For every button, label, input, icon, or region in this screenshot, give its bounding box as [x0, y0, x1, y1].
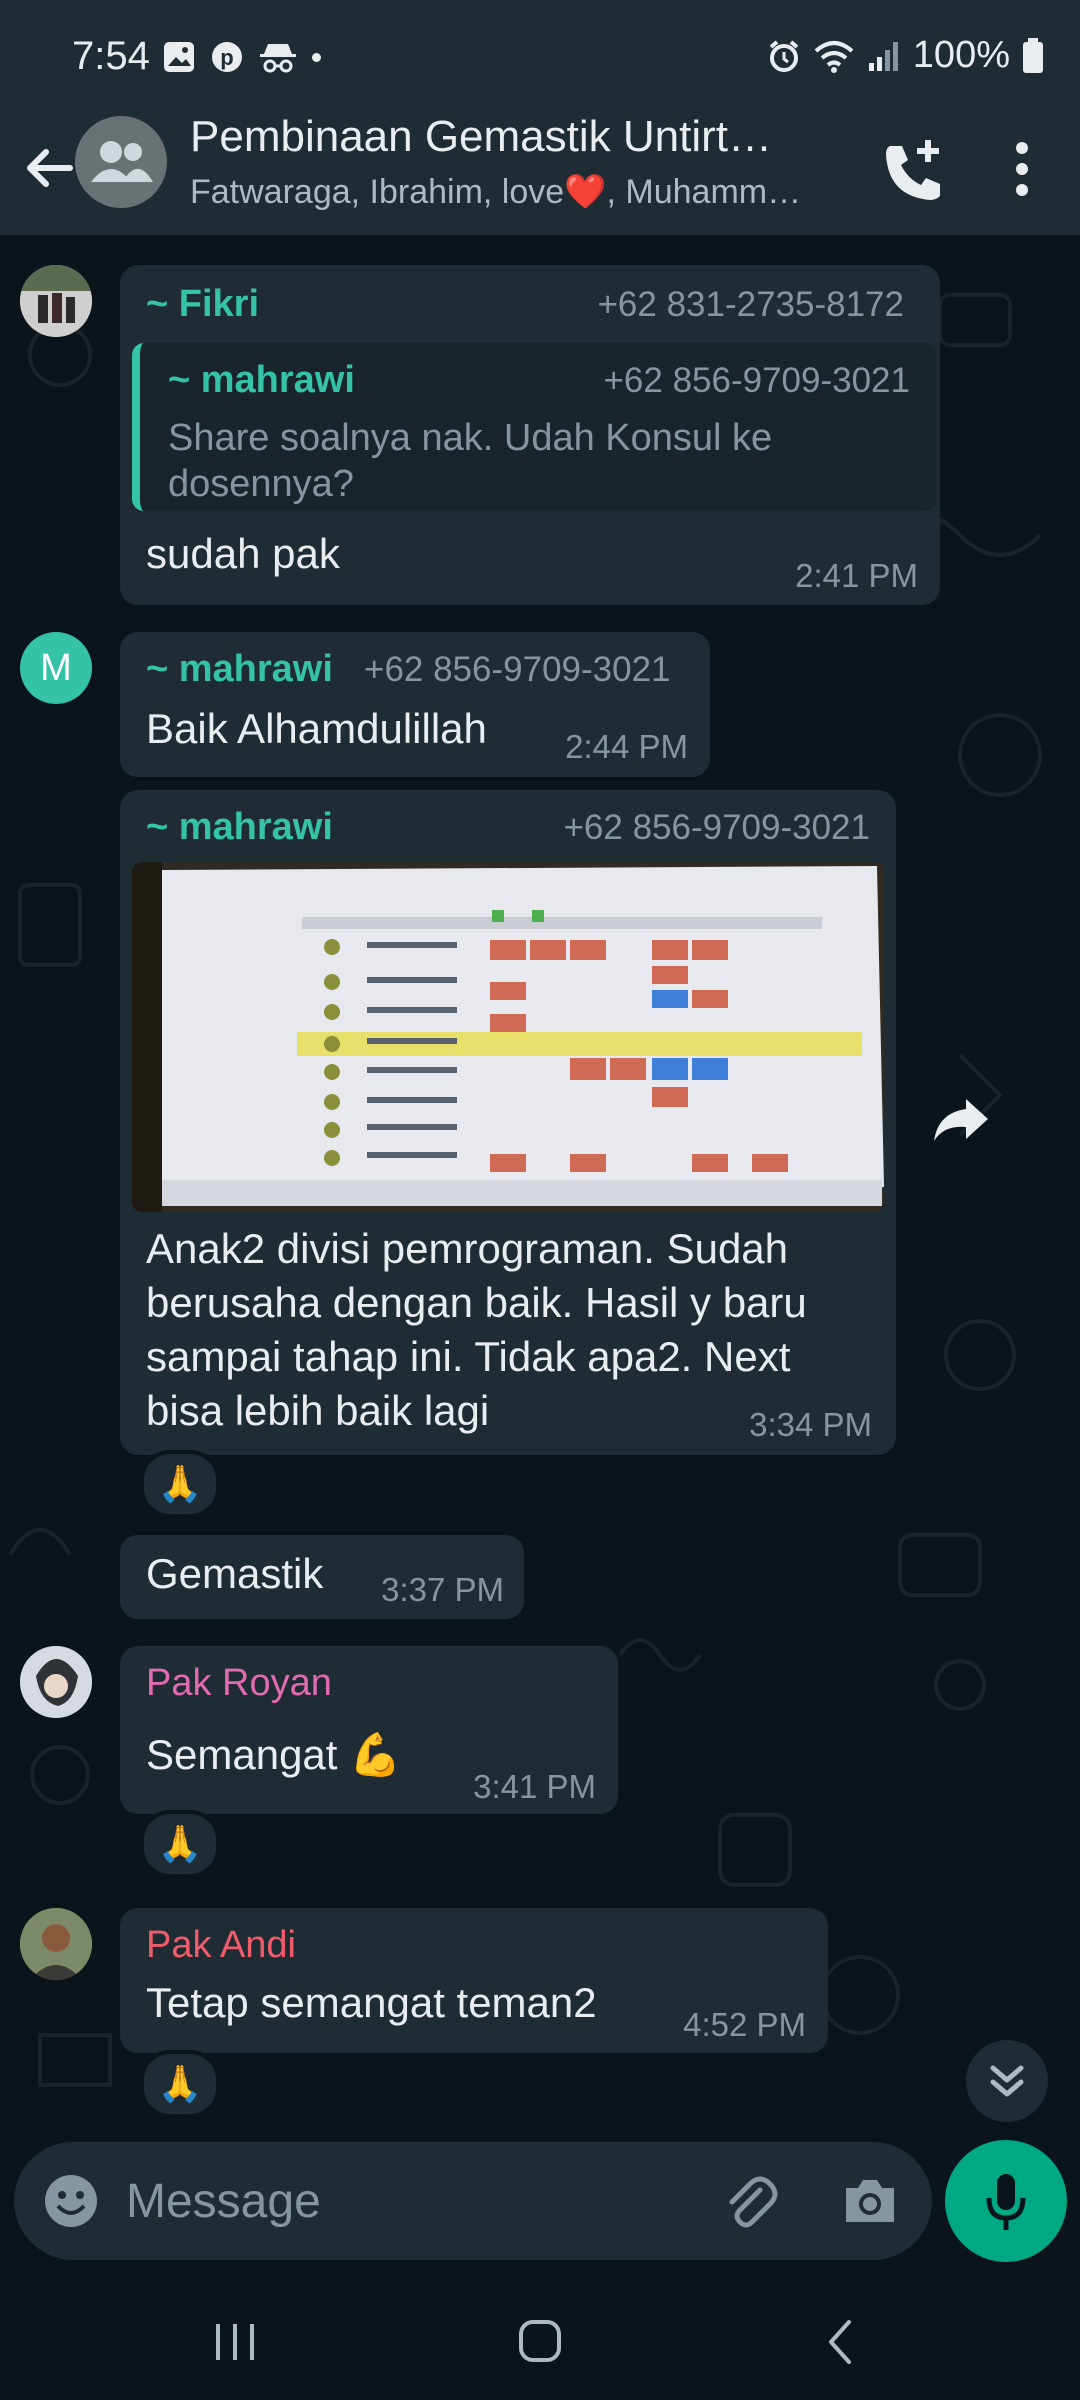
message-bubble[interactable]: ~ mahrawi +62 856-9709-3021 Baik Alhamdu…: [120, 632, 710, 777]
quoted-phone: +62 856-9709-3021: [603, 361, 910, 400]
message-text: Gemastik: [146, 1550, 324, 1597]
image-message-bubble[interactable]: ~ mahrawi +62 856-9709-3021 Anak2 divisi…: [120, 790, 896, 1455]
message-text: sudah pak: [146, 530, 340, 577]
message-text: Baik Alhamdulillah: [146, 705, 487, 752]
alarm-icon: [769, 39, 799, 72]
notification-icons: p: [162, 40, 321, 74]
sender-avatar-pak-andi[interactable]: [20, 1908, 92, 1980]
scroll-to-bottom-button[interactable]: [966, 2040, 1048, 2122]
sender-phone: +62 831-2735-8172: [597, 285, 904, 324]
message-time: 3:37 PM: [381, 1571, 504, 1608]
recent-apps-icon[interactable]: [200, 2312, 270, 2372]
system-back-icon[interactable]: [805, 2312, 875, 2372]
reaction-emoji: 🙏: [157, 1463, 203, 1504]
microphone-icon: [986, 2174, 1026, 2230]
group-members[interactable]: Fatwaraga, Ibrahim, love❤️, Muhamm…: [190, 172, 840, 212]
reaction-emoji: 🙏: [157, 2063, 203, 2104]
message-text-line: bisa lebih baik lagi: [146, 1387, 490, 1434]
battery-icon: [1023, 37, 1043, 73]
status-time: 7:54: [72, 34, 150, 78]
message-input[interactable]: Message: [126, 2174, 321, 2229]
emoji-icon[interactable]: [42, 2172, 100, 2230]
wifi-icon: [814, 40, 854, 73]
message-bubble[interactable]: Pak Royan Semangat 💪 3:41 PM: [120, 1646, 618, 1814]
sender-avatar-mahrawi[interactable]: M: [20, 632, 92, 704]
home-icon[interactable]: [505, 2312, 575, 2372]
add-call-icon[interactable]: [876, 134, 946, 204]
message-bubble[interactable]: Gemastik 3:37 PM: [120, 1535, 524, 1619]
battery-level: 100%: [912, 34, 1010, 76]
message-time: 2:41 PM: [795, 557, 918, 594]
attachment-icon[interactable]: [720, 2172, 780, 2232]
sender-name[interactable]: ~ Fikri: [146, 283, 259, 326]
shared-photo[interactable]: [132, 862, 884, 1212]
quoted-sender: ~ mahrawi: [168, 359, 355, 401]
system-navigation-bar: [0, 2272, 1080, 2400]
sender-name[interactable]: ~ mahrawi: [146, 806, 333, 849]
message-bubble[interactable]: Pak Andi Tetap semangat teman2 4:52 PM: [120, 1908, 828, 2053]
sender-avatar-pak-royan[interactable]: [20, 1646, 92, 1718]
message-text: Tetap semangat teman2: [146, 1979, 597, 2026]
message-time: 3:41 PM: [473, 1768, 596, 1805]
camera-icon[interactable]: [840, 2172, 900, 2230]
chat-header: Pembinaan Gemastik Untirt… Fatwaraga, Ib…: [0, 110, 1080, 235]
sender-avatar-fikri[interactable]: [20, 265, 92, 337]
more-notifications-dot-icon: [312, 52, 321, 62]
sender-phone: +62 856-9709-3021: [364, 650, 671, 689]
voice-message-button[interactable]: [945, 2140, 1067, 2262]
scoreboard-photo-image: [132, 862, 884, 1212]
reaction-emoji: 🙏: [157, 1823, 203, 1864]
sender-name[interactable]: ~ mahrawi: [146, 648, 333, 691]
svg-text:p: p: [220, 45, 233, 70]
group-people-icon: [91, 141, 153, 182]
avatar-letter: M: [40, 646, 72, 689]
reaction-badge[interactable]: 🙏: [140, 1810, 220, 1878]
group-title[interactable]: Pembinaan Gemastik Untirt…: [190, 112, 830, 162]
status-bar: 7:54 p 100%: [0, 0, 1080, 110]
image-notification-icon: [164, 42, 194, 72]
message-time: 2:44 PM: [565, 728, 688, 765]
signal-icon: [868, 41, 898, 71]
sender-name[interactable]: Pak Royan: [146, 1662, 332, 1705]
message-time: 4:52 PM: [683, 2006, 806, 2043]
message-text-line: Anak2 divisi pemrograman. Sudah: [146, 1225, 789, 1272]
reaction-badge[interactable]: 🙏: [140, 2050, 220, 2118]
message-time: 3:34 PM: [749, 1406, 872, 1443]
pinterest-notification-icon: p: [212, 42, 242, 72]
forward-icon[interactable]: [930, 1095, 990, 1145]
message-text: Semangat 💪: [146, 1731, 402, 1778]
double-chevron-down-icon: [990, 2065, 1024, 2097]
sender-name[interactable]: Pak Andi: [146, 1924, 296, 1967]
group-avatar[interactable]: [75, 116, 167, 208]
reaction-badge[interactable]: 🙏: [140, 1450, 220, 1518]
message-bubble[interactable]: ~ Fikri +62 831-2735-8172 ~ mahrawi +62 …: [120, 265, 940, 605]
back-arrow-icon[interactable]: [20, 138, 80, 198]
incognito-notification-icon: [260, 44, 296, 73]
status-right: 100%: [767, 34, 1044, 77]
message-composer: Message: [14, 2142, 932, 2260]
more-options-icon[interactable]: [990, 134, 1060, 204]
quoted-text: Share soalnya nak. Udah Konsul ke dosenn…: [168, 417, 773, 505]
message-text-line: berusaha dengan baik. Hasil y baru: [146, 1279, 807, 1326]
message-text-line: sampai tahap ini. Tidak apa2. Next: [146, 1333, 791, 1380]
sender-phone: +62 856-9709-3021: [563, 808, 870, 847]
quoted-message[interactable]: ~ mahrawi +62 856-9709-3021 Share soalny…: [132, 343, 936, 511]
